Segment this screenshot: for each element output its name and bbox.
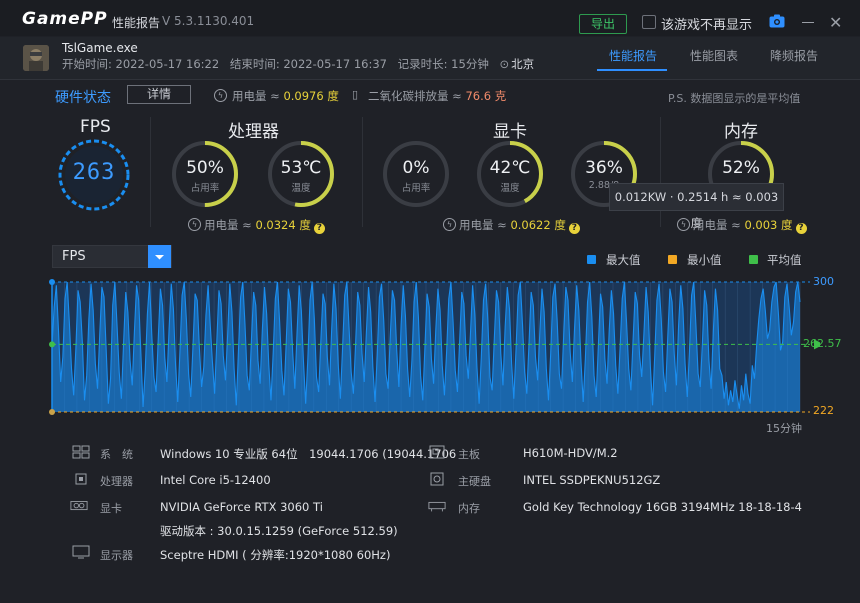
- y-tick-max: 300: [813, 275, 834, 288]
- system-value: Windows 10 专业版 64位 19044.1706 (19044.170…: [160, 447, 457, 461]
- cpu-label: 处理器: [100, 475, 133, 488]
- camera-icon[interactable]: [769, 14, 785, 28]
- cpu-power: 用电量 ≈ 0.0324 度?: [204, 217, 325, 234]
- metric-select-value: FPS: [62, 249, 86, 264]
- y-tick-min: 222: [813, 404, 834, 417]
- y-tick-avg: 262.57: [803, 337, 842, 350]
- divider: [150, 117, 151, 227]
- location-city: 北京: [511, 57, 535, 71]
- gpu-temp-value: 42℃: [489, 158, 531, 178]
- gpu-vram-value: 36%: [585, 158, 623, 178]
- legend-avg: 平均值: [767, 253, 802, 267]
- version-label: V 5.3.1130.401: [162, 14, 255, 28]
- cpu-temp-label: 温度: [291, 183, 311, 194]
- help-icon[interactable]: ?: [568, 223, 580, 234]
- gpu-usage-label: 占用率: [401, 183, 431, 194]
- gpu-power: 用电量 ≈ 0.0622 度?: [459, 217, 580, 234]
- no-show-label: 该游戏不再显示: [661, 18, 753, 33]
- power-icon: ϟ: [214, 89, 227, 102]
- disk-value: INTEL SSDPEKNU512GZ: [523, 473, 661, 487]
- location-pin-icon: ⊙: [499, 57, 510, 71]
- duration: 记录时长: 15分钟: [397, 57, 489, 71]
- tab-performance-chart[interactable]: 性能图表: [690, 47, 738, 64]
- gpu-icon: [70, 501, 88, 511]
- tab-throttle-report[interactable]: 降频报告: [770, 47, 818, 64]
- cpu-usage-value: 50%: [186, 158, 224, 178]
- cpu-temp-value: 53℃: [280, 158, 322, 178]
- power-icon: ϟ: [677, 218, 690, 231]
- help-icon[interactable]: ?: [795, 223, 807, 234]
- total-power: 用电量 ≈ 0.0976 度: [232, 89, 339, 103]
- co2-emission: 二氧化碳排放量 ≈ 76.6 克: [368, 89, 507, 103]
- chart-note: P.S. 数据图显示的是平均值: [668, 92, 801, 105]
- gpu-value: NVIDIA GeForce RTX 3060 Ti: [160, 500, 323, 514]
- chevron-down-icon[interactable]: [148, 245, 171, 268]
- cpu-value: Intel Core i5-12400: [160, 473, 271, 487]
- motherboard-icon: [429, 445, 445, 459]
- legend-avg-swatch: [749, 255, 758, 264]
- power-icon: ϟ: [443, 218, 456, 231]
- memory-power: 用电量 ≈ 0.003 度?: [693, 217, 807, 234]
- export-button[interactable]: 导出: [579, 14, 627, 34]
- display-value: Sceptre HDMI ( 分辨率:1920*1080 60Hz): [160, 548, 391, 562]
- window-title: 性能报告: [112, 16, 161, 30]
- memory-label: 内存: [458, 502, 480, 515]
- app-logo: GamePP: [22, 9, 108, 29]
- fps-title: FPS: [80, 117, 111, 137]
- max-marker: [49, 279, 55, 285]
- min-marker: [49, 409, 55, 415]
- fps-value: 263: [72, 160, 116, 185]
- minimize-button[interactable]: [802, 22, 814, 23]
- start-time: 开始时间: 2022-05-17 16:22: [62, 57, 220, 71]
- disk-icon: [430, 472, 444, 486]
- gpu-label: 显卡: [100, 502, 122, 515]
- session-times: 开始时间: 2022-05-17 16:22 结束时间: 2022-05-17 …: [62, 56, 541, 72]
- fps-chart: [49, 279, 820, 415]
- disk-label: 主硬盘: [458, 475, 491, 488]
- process-name: TslGame.exe: [62, 41, 138, 55]
- legend-min-swatch: [668, 255, 677, 264]
- memory-icon: [428, 501, 446, 512]
- divider: [362, 117, 363, 227]
- motherboard-value: H610M-HDV/M.2: [523, 446, 618, 460]
- memory-usage-value: 52%: [722, 158, 760, 178]
- gpu-usage-value: 0%: [402, 158, 430, 178]
- legend-min: 最小值: [687, 253, 722, 267]
- power-tooltip: 0.012KW · 0.2514 h ≈ 0.003度: [609, 183, 784, 230]
- driver-value: 驱动版本 : 30.0.15.1259 (GeForce 512.59): [160, 524, 398, 538]
- system-label: 系 统: [100, 448, 133, 461]
- memory-value: Gold Key Technology 16GB 3194MHz 18-18-1…: [523, 500, 802, 514]
- hardware-status-title: 硬件状态: [55, 90, 111, 106]
- tab-performance-report[interactable]: 性能报告: [609, 47, 657, 64]
- display-label: 显示器: [100, 549, 133, 562]
- close-icon[interactable]: ✕: [829, 13, 842, 32]
- co2-icon: ▯: [352, 88, 359, 101]
- system-icon: [72, 445, 90, 459]
- no-show-checkbox[interactable]: [642, 15, 656, 29]
- motherboard-label: 主板: [458, 448, 480, 461]
- detail-button[interactable]: 详情: [127, 85, 191, 104]
- game-avatar: [23, 45, 49, 71]
- monitor-icon: [72, 545, 90, 559]
- cpu-usage-label: 占用率: [190, 183, 220, 194]
- cpu-icon: [75, 473, 87, 485]
- legend-max-swatch: [587, 255, 596, 264]
- help-icon[interactable]: ?: [313, 223, 325, 234]
- avg-marker: [49, 341, 55, 348]
- end-time: 结束时间: 2022-05-17 16:37: [229, 57, 387, 71]
- active-tab-indicator: [597, 69, 667, 71]
- power-icon: ϟ: [188, 218, 201, 231]
- gpu-temp-label: 温度: [500, 183, 520, 194]
- x-axis-label: 15分钟: [766, 422, 802, 435]
- legend-max: 最大值: [606, 253, 641, 267]
